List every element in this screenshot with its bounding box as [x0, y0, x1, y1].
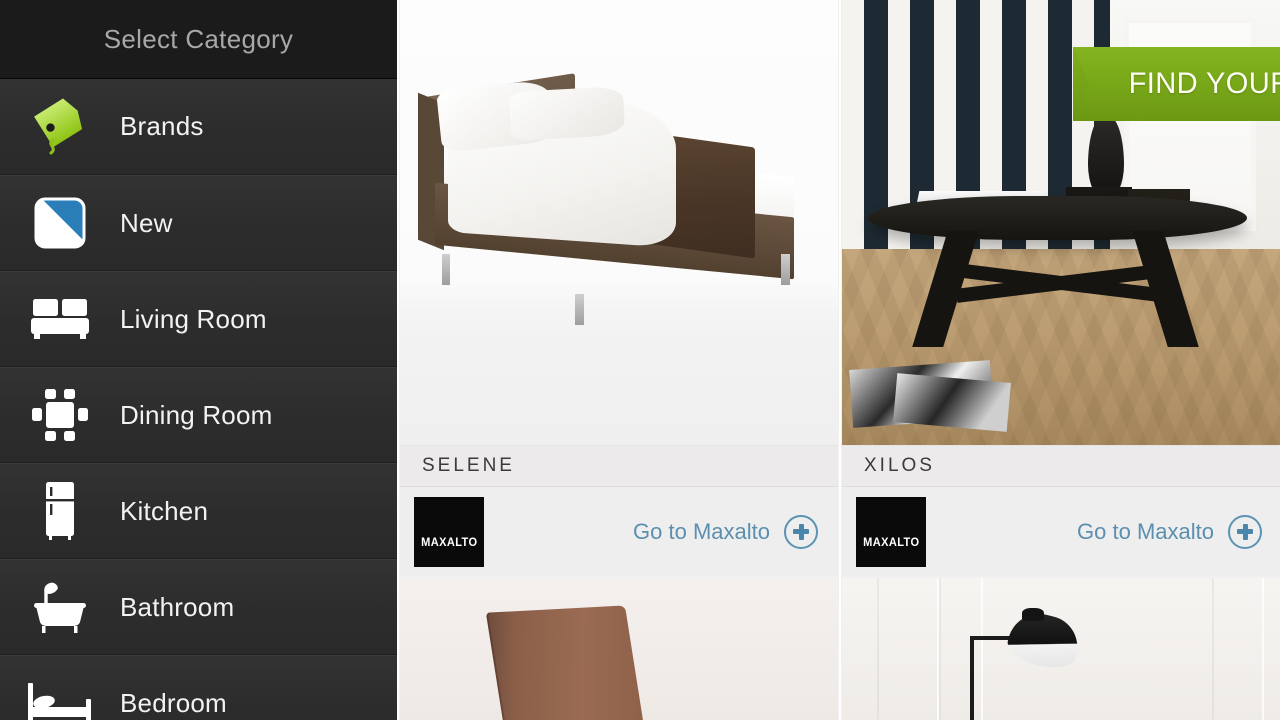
- plus-circle-icon[interactable]: [784, 514, 818, 549]
- sofa-icon: [0, 271, 120, 367]
- sidebar-item-kitchen[interactable]: Kitchen: [0, 463, 397, 559]
- sidebar-item-brands[interactable]: Brands: [0, 79, 397, 175]
- go-to-brand-label: Go to Maxalto: [633, 518, 770, 544]
- app-root: Select Category Brands New Living Room D…: [0, 0, 1280, 720]
- product-title-bar: XILOS: [842, 445, 1280, 487]
- brand-logo-text: MAXALTO: [420, 536, 478, 549]
- sidebar-item-label: Kitchen: [120, 495, 209, 526]
- product-card[interactable]: SELENE MAXALTO Go to Maxalto: [400, 0, 838, 576]
- sidebar-item-new[interactable]: New: [0, 175, 397, 271]
- sidebar-header: Select Category: [0, 0, 397, 79]
- refrigerator-icon: [0, 463, 120, 559]
- sidebar-item-bedroom[interactable]: Bedroom: [0, 655, 397, 720]
- go-to-brand-button[interactable]: Go to Maxalto: [633, 514, 818, 549]
- sidebar-header-title: Select Category: [103, 23, 294, 54]
- sidebar-item-label: New: [120, 207, 173, 238]
- bed-icon: [0, 655, 120, 720]
- category-list: Brands New Living Room Dining Room Kitch…: [0, 79, 397, 720]
- price-tag-icon: [0, 79, 120, 175]
- category-sidebar: Select Category Brands New Living Room D…: [0, 0, 397, 720]
- brand-logo-text: MAXALTO: [862, 536, 920, 549]
- promo-banner-text: FIND YOUR FAVORITE PRODUCTS: [1128, 67, 1280, 100]
- product-card-footer: MAXALTO Go to Maxalto: [842, 487, 1280, 576]
- sidebar-item-dining-room[interactable]: Dining Room: [0, 367, 397, 463]
- brand-logo-maxalto[interactable]: MAXALTO: [856, 496, 926, 567]
- product-title: XILOS: [864, 455, 935, 476]
- promo-banner: FIND YOUR FAVORITE PRODUCTS: [1073, 47, 1280, 121]
- brand-logo-maxalto[interactable]: MAXALTO: [414, 496, 484, 567]
- product-card[interactable]: [842, 578, 1280, 720]
- product-photo-chair[interactable]: [400, 578, 838, 720]
- product-photo-lamp[interactable]: [842, 578, 1280, 720]
- sidebar-item-label: Dining Room: [120, 399, 273, 430]
- sidebar-item-bathroom[interactable]: Bathroom: [0, 559, 397, 655]
- sidebar-item-living-room[interactable]: Living Room: [0, 271, 397, 367]
- product-card[interactable]: [400, 578, 838, 720]
- sidebar-item-label: Living Room: [120, 303, 267, 334]
- product-photo-selene[interactable]: [400, 0, 838, 445]
- dining-table-icon: [0, 367, 120, 463]
- product-title-bar: SELENE: [400, 445, 838, 487]
- sidebar-item-label: Brands: [120, 111, 204, 141]
- go-to-brand-button[interactable]: Go to Maxalto: [1077, 514, 1262, 549]
- new-page-icon: [0, 175, 120, 271]
- sidebar-item-label: Bathroom: [120, 591, 235, 622]
- go-to-brand-label: Go to Maxalto: [1077, 518, 1214, 544]
- product-grid-area: SELENE MAXALTO Go to Maxalto XILOS MAXAL…: [397, 0, 1280, 720]
- product-card-footer: MAXALTO Go to Maxalto: [400, 487, 838, 576]
- plus-circle-icon[interactable]: [1228, 514, 1262, 549]
- product-title: SELENE: [422, 455, 515, 476]
- bathtub-icon: [0, 559, 120, 655]
- sidebar-item-label: Bedroom: [120, 687, 227, 718]
